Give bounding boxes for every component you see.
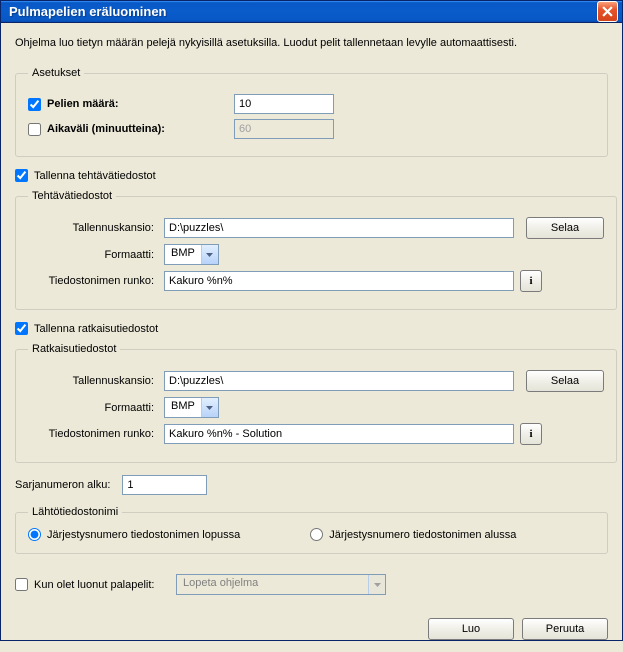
task-folder-input[interactable] [164,218,514,238]
solution-folder-input[interactable] [164,371,514,391]
window-title: Pulmapelien eräluominen [9,4,597,19]
task-info-button[interactable]: i [520,270,542,292]
games-count-checkbox[interactable] [28,98,41,111]
task-files-group: Tehtävätiedostot Tallennuskansio: Selaa … [15,190,617,310]
task-format-value: BMP [165,245,201,264]
serial-start-label: Sarjanumeron alku: [15,479,116,491]
solution-stem-input[interactable] [164,424,514,444]
order-suffix-radio[interactable] [28,528,41,541]
solution-files-legend: Ratkaisutiedostot [28,343,120,355]
task-folder-label: Tallennuskansio: [28,222,158,234]
serial-start-input[interactable] [122,475,207,495]
close-icon [602,6,613,17]
solution-format-value: BMP [165,398,201,417]
after-create-checkbox[interactable] [15,578,28,591]
close-button[interactable] [597,1,618,22]
games-count-label: Pelien määrä: [47,98,119,110]
create-button[interactable]: Luo [428,618,514,640]
settings-legend: Asetukset [28,67,84,79]
cancel-button[interactable]: Peruuta [522,618,608,640]
games-count-input[interactable] [234,94,334,114]
solution-files-group: Ratkaisutiedostot Tallennuskansio: Selaa… [15,343,617,463]
task-browse-button[interactable]: Selaa [526,217,604,239]
dialog-content: Ohjelma luo tietyn määrän pelejä nykyisi… [1,23,622,610]
task-files-legend: Tehtävätiedostot [28,190,116,202]
task-format-select[interactable]: BMP [164,244,219,265]
after-create-value: Lopeta ohjelma [177,575,368,594]
solution-format-label: Formaatti: [28,402,158,414]
save-solution-checkbox[interactable] [15,322,28,335]
dialog-buttons: Luo Peruuta [1,610,622,652]
solution-stem-label: Tiedostonimen runko: [28,428,158,440]
after-create-select: Lopeta ohjelma [176,574,386,595]
interval-checkbox[interactable] [28,123,41,136]
solution-format-select[interactable]: BMP [164,397,219,418]
order-suffix-label: Järjestysnumero tiedostonimen lopussa [47,529,240,541]
solution-info-button[interactable]: i [520,423,542,445]
description-text: Ohjelma luo tietyn määrän pelejä nykyisi… [15,37,608,49]
titlebar: Pulmapelien eräluominen [1,1,622,23]
interval-label: Aikaväli (minuutteina): [47,123,165,135]
save-task-label: Tallenna tehtävätiedostot [34,170,156,182]
interval-input [234,119,334,139]
order-prefix-radio[interactable] [310,528,323,541]
chevron-down-icon [201,398,218,417]
task-stem-input[interactable] [164,271,514,291]
output-name-legend: Lähtötiedostonimi [28,506,122,518]
task-format-label: Formaatti: [28,249,158,261]
dialog-window: Pulmapelien eräluominen Ohjelma luo tiet… [0,0,623,641]
solution-browse-button[interactable]: Selaa [526,370,604,392]
save-solution-label: Tallenna ratkaisutiedostot [34,323,158,335]
save-task-checkbox[interactable] [15,169,28,182]
order-prefix-label: Järjestysnumero tiedostonimen alussa [329,529,516,541]
chevron-down-icon [201,245,218,264]
settings-group: Asetukset Pelien määrä: Aikaväli (minuut… [15,67,608,157]
task-stem-label: Tiedostonimen runko: [28,275,158,287]
chevron-down-icon [368,575,385,594]
output-name-group: Lähtötiedostonimi Järjestysnumero tiedos… [15,506,608,554]
solution-folder-label: Tallennuskansio: [28,375,158,387]
after-create-label: Kun olet luonut palapelit: [34,579,154,591]
